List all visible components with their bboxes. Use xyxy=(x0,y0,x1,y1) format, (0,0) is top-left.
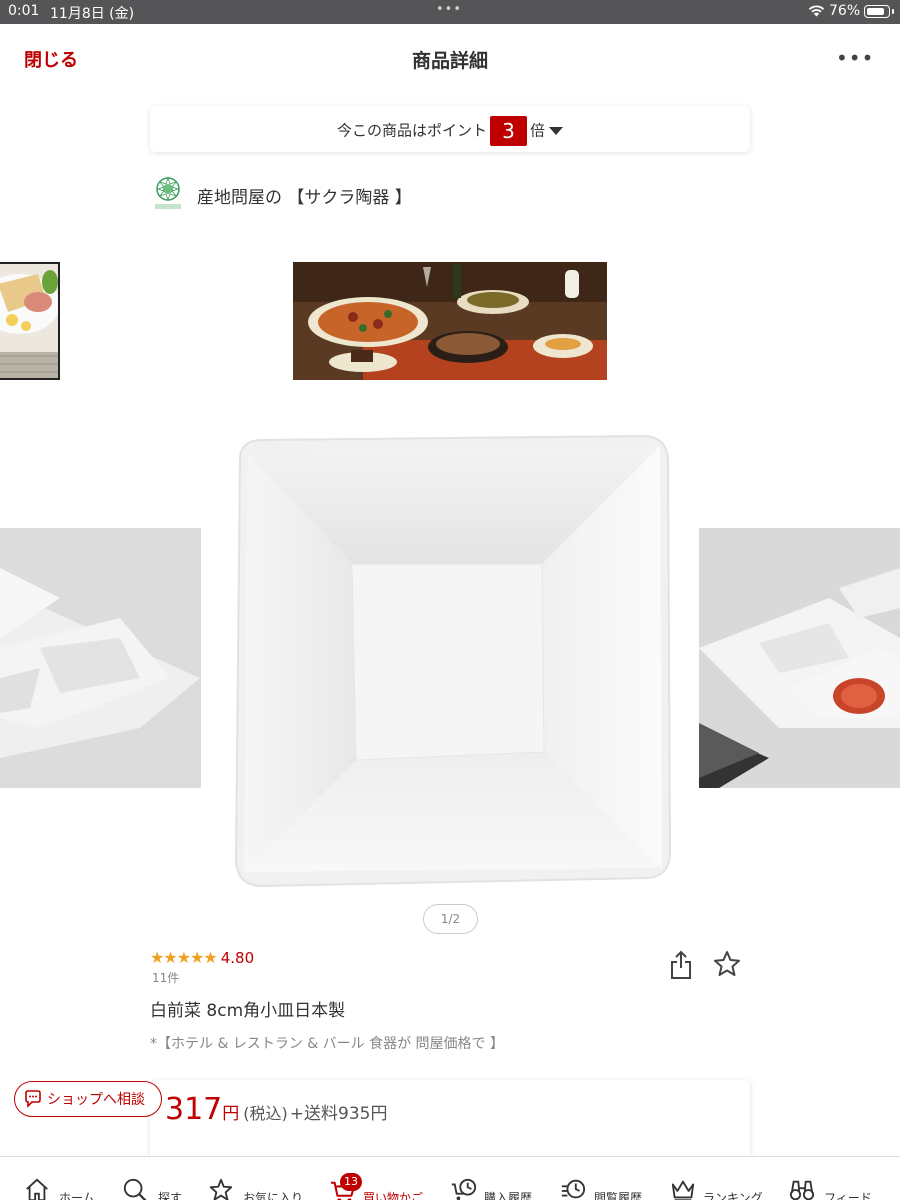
bottom-tab-bar: ホーム 探す お気に入り 13 買い物かご 購入履歴 閲覧履歴 ランキング フィ… xyxy=(0,1156,900,1200)
shop-name[interactable]: 産地問屋の 【サクラ陶器 】 xyxy=(197,183,412,208)
favorite-star-icon[interactable] xyxy=(713,950,741,978)
tab-ranking[interactable]: ランキング xyxy=(670,1157,780,1200)
tab-favorites-label: お気に入り xyxy=(243,1191,304,1200)
product-detail-sheet: 閉じる 商品詳細 ••• 今この商品はポイント 3 倍 産地問屋の 【サクラ陶器 】 xyxy=(0,24,900,1200)
restaurant-table-image[interactable] xyxy=(293,262,607,380)
binoculars-icon xyxy=(789,1180,815,1200)
tab-cart[interactable]: 13 買い物かご xyxy=(330,1157,440,1200)
rating-score: 4.80 xyxy=(220,949,255,967)
point-prefix-text: 今この商品はポイント xyxy=(336,121,487,140)
wifi-icon xyxy=(808,5,825,17)
browse-history-icon xyxy=(561,1179,586,1199)
status-bar: 0:01 11月8日 (金) ••• 76% xyxy=(0,0,900,24)
status-time: 0:01 xyxy=(8,3,40,19)
point-multiplier-badge: 3 xyxy=(490,116,527,146)
home-icon xyxy=(26,1178,48,1200)
star-icon xyxy=(209,1178,233,1200)
review-count[interactable]: 11件 xyxy=(152,969,179,986)
consult-shop-button[interactable]: ショップへ相談 xyxy=(14,1081,162,1117)
tab-purchase-history-label: 購入履歴 xyxy=(484,1191,533,1200)
tab-browse-history[interactable]: 閲覧履歴 xyxy=(560,1157,660,1200)
tab-feed-label: フィード xyxy=(824,1191,872,1200)
tab-search[interactable]: 探す xyxy=(122,1157,192,1200)
consult-shop-label: ショップへ相談 xyxy=(47,1092,145,1108)
rating[interactable]: ★★★★★ 4.80 xyxy=(150,948,254,968)
point-suffix-text: 倍 xyxy=(530,121,546,140)
tab-home-label: ホーム xyxy=(59,1191,95,1200)
image-gallery[interactable]: 1/2 xyxy=(0,260,900,940)
status-date: 11月8日 (金) xyxy=(50,6,135,22)
battery-percent: 76% xyxy=(829,3,861,19)
product-name: 白前菜 8cm角小皿日本製 xyxy=(150,1001,346,1021)
price-row: 317円 (税込) +送料935円 xyxy=(165,1092,387,1127)
shop-logo xyxy=(155,176,181,209)
crown-icon xyxy=(671,1180,695,1200)
purchase-history-icon xyxy=(451,1178,477,1200)
tab-favorites[interactable]: お気に入り xyxy=(208,1157,318,1200)
more-options-icon[interactable]: ••• xyxy=(836,46,874,70)
thumbnail-food-image[interactable] xyxy=(0,262,60,380)
side-image-plates-right[interactable] xyxy=(699,528,900,788)
point-multiplier-banner[interactable]: 今この商品はポイント 3 倍 xyxy=(150,106,750,152)
shipping-fee: +送料935円 xyxy=(289,1104,388,1124)
side-image-plates-left[interactable] xyxy=(0,528,201,788)
tab-browse-history-label: 閲覧履歴 xyxy=(594,1191,643,1200)
gallery-pager: 1/2 xyxy=(423,904,478,934)
tax-label: (税込) xyxy=(243,1104,288,1123)
tab-cart-label: 買い物かご xyxy=(363,1191,424,1200)
header: 閉じる 商品詳細 ••• xyxy=(0,24,900,88)
product-catchcopy: *【ホテル & レストラン & バール 食器が 問屋価格で 】 xyxy=(150,1036,504,1052)
page-title: 商品詳細 xyxy=(411,50,488,72)
tab-ranking-label: ランキング xyxy=(703,1191,763,1200)
tab-feed[interactable]: フィード xyxy=(789,1157,889,1200)
share-icon[interactable] xyxy=(668,950,694,980)
battery-icon xyxy=(864,5,894,18)
tab-purchase-history[interactable]: 購入履歴 xyxy=(451,1157,551,1200)
shop-row[interactable]: 産地問屋の 【サクラ陶器 】 xyxy=(153,176,753,212)
rating-stars: ★★★★★ xyxy=(150,948,218,967)
price-unit: 円 xyxy=(222,1104,240,1124)
price-amount: 317 xyxy=(165,1092,223,1127)
search-icon xyxy=(123,1178,147,1200)
multitask-dots[interactable]: ••• xyxy=(436,2,462,17)
main-product-image[interactable] xyxy=(222,432,682,892)
caret-down-icon[interactable] xyxy=(549,127,564,135)
cart-count-badge: 13 xyxy=(340,1173,362,1191)
tab-search-label: 探す xyxy=(158,1191,183,1200)
chat-icon xyxy=(25,1090,41,1108)
tab-home[interactable]: ホーム xyxy=(24,1157,104,1200)
